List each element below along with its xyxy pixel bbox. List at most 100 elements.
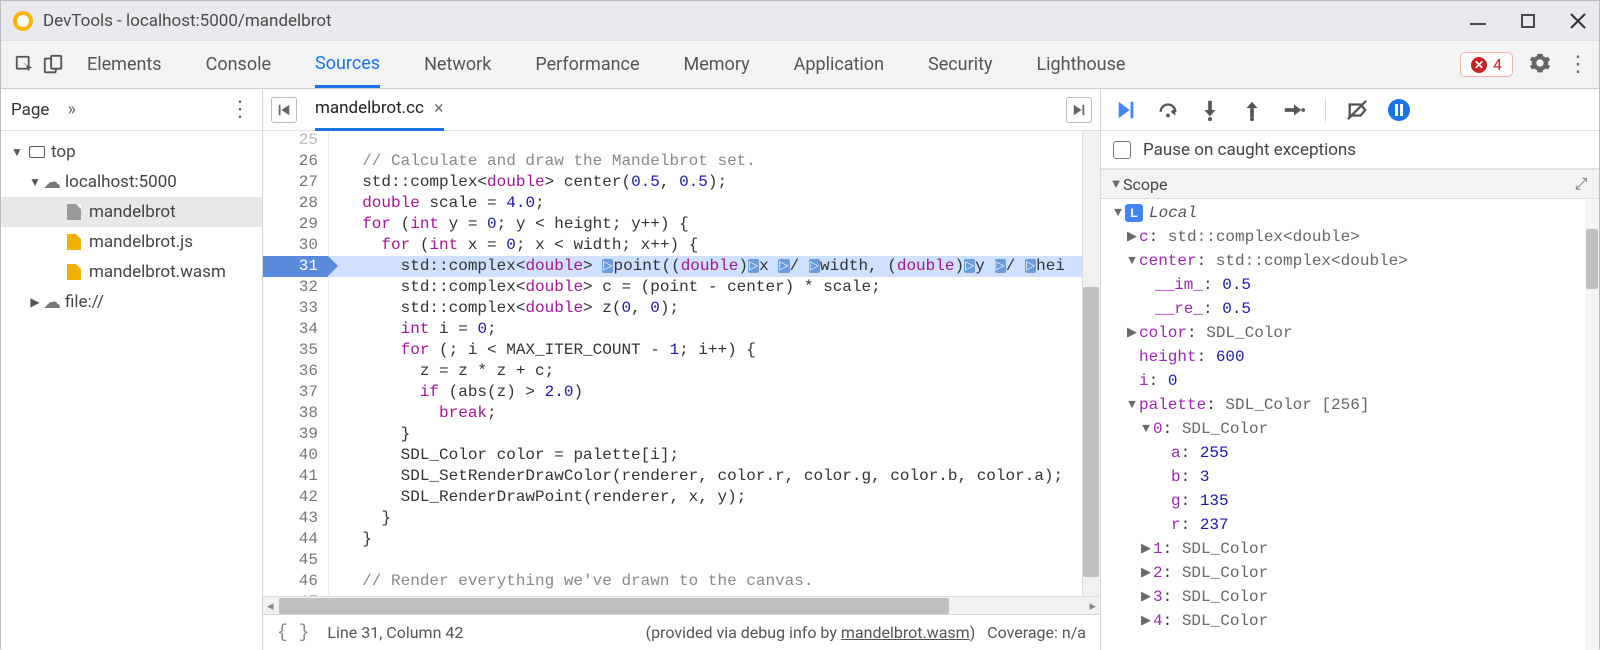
tab-performance[interactable]: Performance xyxy=(535,41,639,88)
tab-sources[interactable]: Sources xyxy=(315,41,380,88)
scope-local[interactable]: ▼ L Local xyxy=(1105,201,1599,225)
line-gutter[interactable]: 2526272829303132333435363738394041424344… xyxy=(263,131,329,596)
navigator-menu-icon[interactable]: ⋮ xyxy=(229,97,252,122)
tab-memory[interactable]: Memory xyxy=(684,41,750,88)
tree-file-mandelbrot-js[interactable]: mandelbrot.js xyxy=(1,227,262,257)
editor-tabs: mandelbrot.cc × xyxy=(263,89,1100,131)
more-menu-icon[interactable]: ⋮ xyxy=(1567,52,1589,77)
editor-horizontal-scrollbar[interactable]: ◂ ▸ xyxy=(263,596,1100,614)
tree-file-scheme[interactable]: ▶ ☁ file:// xyxy=(1,287,262,317)
editor-vertical-scrollbar[interactable] xyxy=(1082,131,1100,596)
checkbox[interactable] xyxy=(1113,141,1131,159)
pause-on-exceptions-button[interactable] xyxy=(1388,99,1410,121)
step-out-button[interactable] xyxy=(1241,99,1263,121)
tree-top[interactable]: ▼ top xyxy=(1,137,262,167)
navigator-more-tabs-icon[interactable]: » xyxy=(67,99,75,120)
var-palette[interactable]: ▼palette: SDL_Color [256] xyxy=(1105,393,1599,417)
debugger-panel: Pause on caught exceptions ▼ Scope ⤢ ▼ L… xyxy=(1101,89,1599,650)
error-circle-icon: ✕ xyxy=(1471,57,1487,73)
tree-file-mandelbrot[interactable]: mandelbrot xyxy=(1,197,262,227)
var-palette-3[interactable]: ▶3: SDL_Color xyxy=(1105,585,1599,609)
error-badge[interactable]: ✕ 4 xyxy=(1460,52,1513,77)
file-icon xyxy=(67,204,81,220)
step-into-button[interactable] xyxy=(1199,99,1221,121)
expand-icon[interactable]: ⤢ xyxy=(1571,174,1591,194)
var-center-im[interactable]: __im_: 0.5 xyxy=(1105,273,1599,297)
window-title: DevTools - localhost:5000/mandelbrot xyxy=(43,11,332,31)
var-palette-4[interactable]: ▶4: SDL_Color xyxy=(1105,609,1599,633)
devtools-icon xyxy=(13,11,33,31)
chevron-down-icon: ▼ xyxy=(1111,201,1125,225)
pause-on-caught-row[interactable]: Pause on caught exceptions xyxy=(1101,131,1599,169)
cloud-icon: ☁ xyxy=(43,292,61,313)
var-i[interactable]: i: 0 xyxy=(1105,369,1599,393)
status-right: (provided via debug info by mandelbrot.w… xyxy=(646,623,1086,642)
var-palette-0[interactable]: ▼0: SDL_Color xyxy=(1105,417,1599,441)
var-height[interactable]: height: 600 xyxy=(1105,345,1599,369)
var-center[interactable]: ▼center: std::complex<double> xyxy=(1105,249,1599,273)
editor-history-forward-icon[interactable] xyxy=(1066,97,1092,123)
tab-network[interactable]: Network xyxy=(424,41,491,88)
settings-icon[interactable] xyxy=(1529,52,1551,78)
window-title-bar: DevTools - localhost:5000/mandelbrot xyxy=(1,1,1599,41)
tab-elements[interactable]: Elements xyxy=(87,41,162,88)
scroll-right-icon[interactable]: ▸ xyxy=(1089,599,1096,614)
var-palette-1[interactable]: ▶1: SDL_Color xyxy=(1105,537,1599,561)
step-button[interactable] xyxy=(1283,99,1305,121)
editor-history-back-icon[interactable] xyxy=(271,97,297,123)
scrollbar-thumb[interactable] xyxy=(1083,287,1099,577)
var-palette-0-a[interactable]: a: 255 xyxy=(1105,441,1599,465)
resume-button[interactable] xyxy=(1115,99,1137,121)
local-badge-icon: L xyxy=(1125,204,1143,222)
window-controls xyxy=(1469,12,1587,30)
tree-origin[interactable]: ▼ ☁ localhost:5000 xyxy=(1,167,262,197)
var-color[interactable]: ▶color: SDL_Color xyxy=(1105,321,1599,345)
scope-scrollbar[interactable] xyxy=(1585,199,1599,650)
coverage-status: Coverage: n/a xyxy=(987,623,1086,642)
tab-lighthouse[interactable]: Lighthouse xyxy=(1036,41,1125,88)
scrollbar-thumb[interactable] xyxy=(279,598,949,614)
chevron-down-icon: ▼ xyxy=(29,175,41,189)
navigator-header: Page » ⋮ xyxy=(1,89,262,131)
navigator-panel: Page » ⋮ ▼ top ▼ ☁ localhost:5000 mandel… xyxy=(1,89,263,650)
file-tree: ▼ top ▼ ☁ localhost:5000 mandelbrot mand… xyxy=(1,131,262,323)
cursor-position: Line 31, Column 42 xyxy=(327,623,463,642)
close-tab-icon[interactable]: × xyxy=(434,98,444,119)
tree-file-mandelbrot-wasm[interactable]: mandelbrot.wasm xyxy=(1,257,262,287)
folder-icon xyxy=(29,146,45,158)
pretty-print-icon[interactable]: { } xyxy=(277,623,309,643)
window-close-button[interactable] xyxy=(1569,12,1587,30)
editor-status-bar: { } Line 31, Column 42 (provided via deb… xyxy=(263,614,1100,650)
scope-section-header[interactable]: ▼ Scope ⤢ xyxy=(1101,169,1599,199)
var-c[interactable]: ▶c: std::complex<double> xyxy=(1105,225,1599,249)
device-toggle-icon[interactable] xyxy=(39,54,67,76)
cloud-icon: ☁ xyxy=(43,172,61,193)
tab-security[interactable]: Security xyxy=(928,41,992,88)
code-content[interactable]: // Calculate and draw the Mandelbrot set… xyxy=(329,131,1100,596)
var-palette-0-g[interactable]: g: 135 xyxy=(1105,489,1599,513)
var-palette-0-b[interactable]: b: 3 xyxy=(1105,465,1599,489)
error-count: 4 xyxy=(1493,55,1502,74)
code-editor[interactable]: 2526272829303132333435363738394041424344… xyxy=(263,131,1100,596)
var-palette-2[interactable]: ▶2: SDL_Color xyxy=(1105,561,1599,585)
window-minimize-button[interactable] xyxy=(1469,12,1487,30)
scrollbar-thumb[interactable] xyxy=(1586,229,1598,289)
window-maximize-button[interactable] xyxy=(1519,12,1537,30)
step-over-button[interactable] xyxy=(1157,99,1179,121)
editor-tab-active[interactable]: mandelbrot.cc × xyxy=(315,89,444,131)
navigator-page-tab[interactable]: Page xyxy=(11,100,49,120)
scope-body: ▼ L Local ▶c: std::complex<double> ▼cent… xyxy=(1101,199,1599,641)
tab-application[interactable]: Application xyxy=(794,41,884,88)
var-palette-0-r[interactable]: r: 237 xyxy=(1105,513,1599,537)
inspect-element-icon[interactable] xyxy=(11,54,39,76)
pause-label: Pause on caught exceptions xyxy=(1143,140,1356,160)
tab-console[interactable]: Console xyxy=(206,41,271,88)
var-center-re[interactable]: __re_: 0.5 xyxy=(1105,297,1599,321)
editor-panel: mandelbrot.cc × 252627282930313233343536… xyxy=(263,89,1101,650)
devtools-tab-bar: Elements Console Sources Network Performance… xyxy=(1,41,1599,89)
debug-source-link[interactable]: mandelbrot.wasm xyxy=(841,623,970,642)
chevron-right-icon: ▶ xyxy=(29,295,41,309)
deactivate-breakpoints-button[interactable] xyxy=(1346,99,1368,121)
scroll-left-icon[interactable]: ◂ xyxy=(267,599,274,614)
file-icon xyxy=(67,264,81,280)
